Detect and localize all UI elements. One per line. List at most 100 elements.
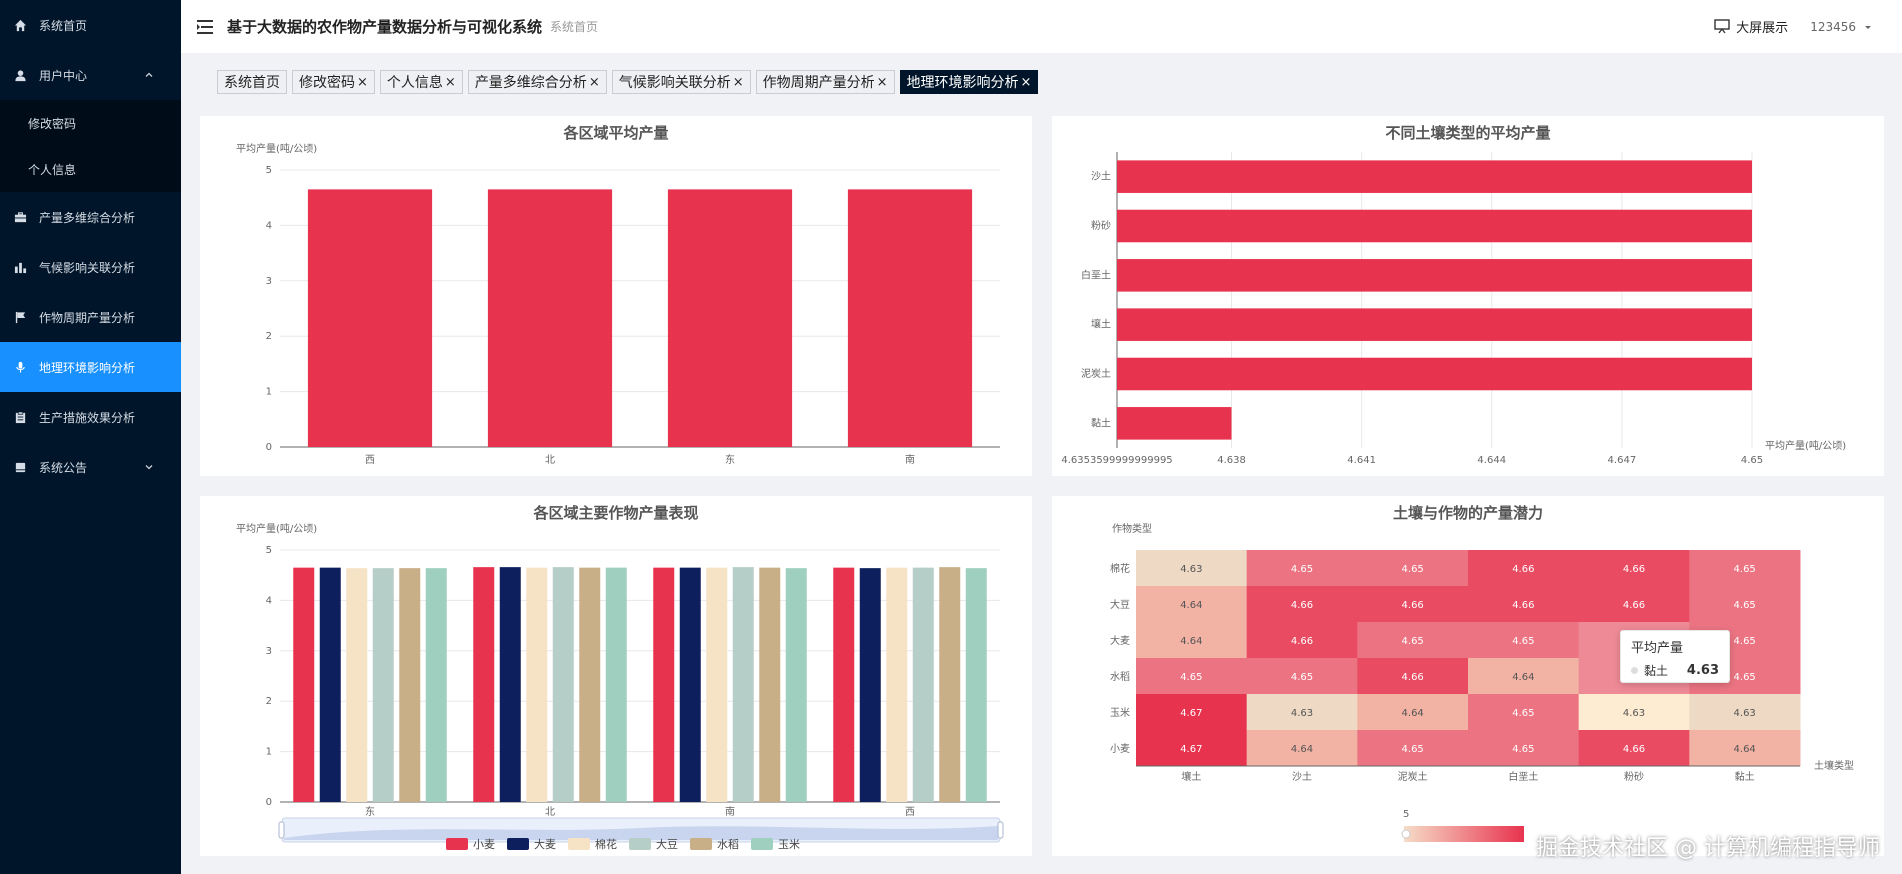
close-icon[interactable]: ×: [589, 75, 600, 90]
chevron-up-icon: [145, 72, 153, 77]
x-tick-label: 4.647: [1608, 455, 1637, 466]
tab-profile[interactable]: 个人信息 ×: [379, 70, 463, 94]
y-tick-label: 大豆: [1110, 598, 1130, 611]
soil-crop-potential-panel: 土壤与作物的产量潜力 作物类型 土壤类型 4.63 4.65 4.65 4.66 4.66 4…: [1052, 496, 1884, 856]
heatmap-cell-value: 4.66: [1623, 744, 1645, 755]
legend-item[interactable]: 棉花: [568, 836, 617, 852]
tab-climate-analysis[interactable]: 气候影响关联分析 ×: [611, 70, 751, 94]
tab-change-password[interactable]: 修改密码 ×: [292, 70, 375, 94]
close-icon[interactable]: ×: [733, 75, 744, 90]
briefcase-icon: [13, 210, 27, 224]
sidebar-item-change-password[interactable]: 修改密码: [0, 100, 181, 146]
user-dropdown[interactable]: 123456: [1810, 20, 1874, 34]
heatmap-cell-value: 4.66: [1512, 600, 1534, 611]
bar: [605, 567, 627, 802]
heatmap-cell-value: 4.63: [1623, 708, 1645, 719]
y-tick-label: 1: [266, 747, 272, 758]
close-icon[interactable]: ×: [445, 75, 456, 90]
bar: [1117, 308, 1752, 341]
region-avg-yield-panel: 各区域平均产量 平均产量(吨/公顷) 0 1 2 3 4 5 西北东南: [200, 116, 1032, 476]
heatmap-cell-value: 4.65: [1512, 744, 1534, 755]
legend-label: 玉米: [778, 838, 800, 851]
y-tick-label: 水稻: [1110, 671, 1130, 683]
big-screen-button[interactable]: 大屏展示: [1714, 17, 1788, 36]
breadcrumb[interactable]: 系统首页: [550, 18, 598, 35]
bar: [319, 567, 341, 802]
bar: [526, 567, 548, 802]
tab-geo-analysis[interactable]: 地理环境影响分析 ×: [899, 70, 1039, 94]
legend-item[interactable]: 玉米: [751, 836, 800, 852]
legend-swatch: [568, 838, 590, 850]
sidebar-item-geo-analysis[interactable]: 地理环境影响分析: [0, 342, 181, 392]
x-tick-label: 4.65: [1741, 455, 1763, 466]
close-icon[interactable]: ×: [357, 75, 368, 90]
y-tick-label: 0: [266, 797, 272, 808]
bar: [847, 189, 973, 447]
tab-home[interactable]: 系统首页: [217, 70, 287, 94]
heatmap-cell-value: 4.66: [1512, 564, 1534, 575]
user-center-submenu: 修改密码 个人信息: [0, 100, 181, 192]
top-header: 基于大数据的农作物产量数据分析与可视化系统 系统首页 大屏展示 123456: [181, 0, 1902, 53]
heatmap-cell-value: 4.67: [1180, 744, 1202, 755]
y-tick-label: 棉花: [1110, 562, 1130, 575]
data-zoom-handle-left: [278, 821, 285, 839]
legend-item[interactable]: 大麦: [507, 836, 556, 852]
heatmap-cell-value: 4.64: [1180, 600, 1202, 611]
y-tick-label: 粉砂: [1091, 219, 1111, 232]
sidebar: 系统首页 用户中心 修改密码 个人信息 产量多维综合分析 气候影响关联分析 作物…: [0, 0, 181, 874]
bar: [785, 568, 807, 802]
legend-label: 大豆: [656, 838, 678, 851]
sidebar-item-label: 修改密码: [28, 116, 77, 131]
y-tick-label: 黏土: [1091, 416, 1111, 429]
sidebar-item-crop-cycle[interactable]: 作物周期产量分析: [0, 292, 181, 342]
legend-label: 棉花: [595, 838, 617, 851]
heatmap-cell-value: 4.65: [1402, 564, 1424, 575]
sidebar-item-climate-analysis[interactable]: 气候影响关联分析: [0, 242, 181, 292]
bar: [1117, 407, 1232, 440]
visual-map-handle: [1401, 829, 1411, 839]
close-icon[interactable]: ×: [877, 75, 888, 90]
legend-item[interactable]: 大豆: [629, 836, 678, 852]
legend-item[interactable]: 水稻: [690, 836, 739, 852]
heatmap-cell-value: 4.63: [1291, 708, 1313, 719]
sidebar-item-announcements[interactable]: 系统公告: [0, 442, 181, 492]
tab-crop-cycle[interactable]: 作物周期产量分析 ×: [755, 70, 895, 94]
sidebar-item-label: 产量多维综合分析: [39, 210, 136, 225]
caret-down-icon: [1865, 25, 1871, 29]
tab-label: 系统首页: [224, 75, 280, 91]
y-tick-label: 2: [266, 696, 272, 707]
close-icon[interactable]: ×: [1021, 75, 1032, 90]
sidebar-item-home[interactable]: 系统首页: [0, 0, 181, 50]
x-tick-label: 4.638: [1217, 455, 1246, 466]
bar: [833, 567, 855, 802]
y-tick-label: 小麦: [1110, 743, 1130, 755]
x-tick-label: 南: [725, 805, 735, 818]
heatmap-cell-value: 4.66: [1291, 600, 1313, 611]
legend-item[interactable]: 小麦: [446, 836, 495, 852]
sidebar-item-yield-analysis[interactable]: 产量多维综合分析: [0, 192, 181, 242]
sidebar-item-label: 气候影响关联分析: [39, 260, 136, 275]
sidebar-item-production-measures[interactable]: 生产措施效果分析: [0, 392, 181, 442]
sidebar-item-label: 系统公告: [39, 460, 88, 475]
sidebar-item-user-center[interactable]: 用户中心: [0, 50, 181, 100]
x-axis-label: 平均产量(吨/公顷): [1765, 439, 1846, 452]
heatmap-cell-value: 4.66: [1291, 636, 1313, 647]
bar: [425, 568, 447, 802]
x-tick-label: 南: [905, 453, 915, 466]
heatmap-cell-value: 4.65: [1402, 744, 1424, 755]
x-axis-label: 土壤类型: [1814, 759, 1854, 772]
hamburger-menu-icon[interactable]: [197, 19, 217, 35]
sidebar-item-profile[interactable]: 个人信息: [0, 146, 181, 192]
mic-icon: [13, 360, 27, 374]
bar: [487, 189, 613, 447]
heatmap-cell-value: 4.64: [1512, 672, 1534, 683]
y-axis-label: 作物类型: [1112, 522, 1152, 535]
legend-swatch: [629, 838, 651, 850]
heatmap-cell-value: 4.65: [1512, 636, 1534, 647]
y-tick-label: 5: [266, 545, 272, 556]
x-tick-label: 4.644: [1477, 455, 1506, 466]
tab-yield-analysis[interactable]: 产量多维综合分析 ×: [467, 70, 607, 94]
y-tick-label: 3: [266, 646, 272, 657]
tab-label: 个人信息: [386, 75, 443, 91]
heatmap-cell-value: 4.65: [1734, 636, 1756, 647]
